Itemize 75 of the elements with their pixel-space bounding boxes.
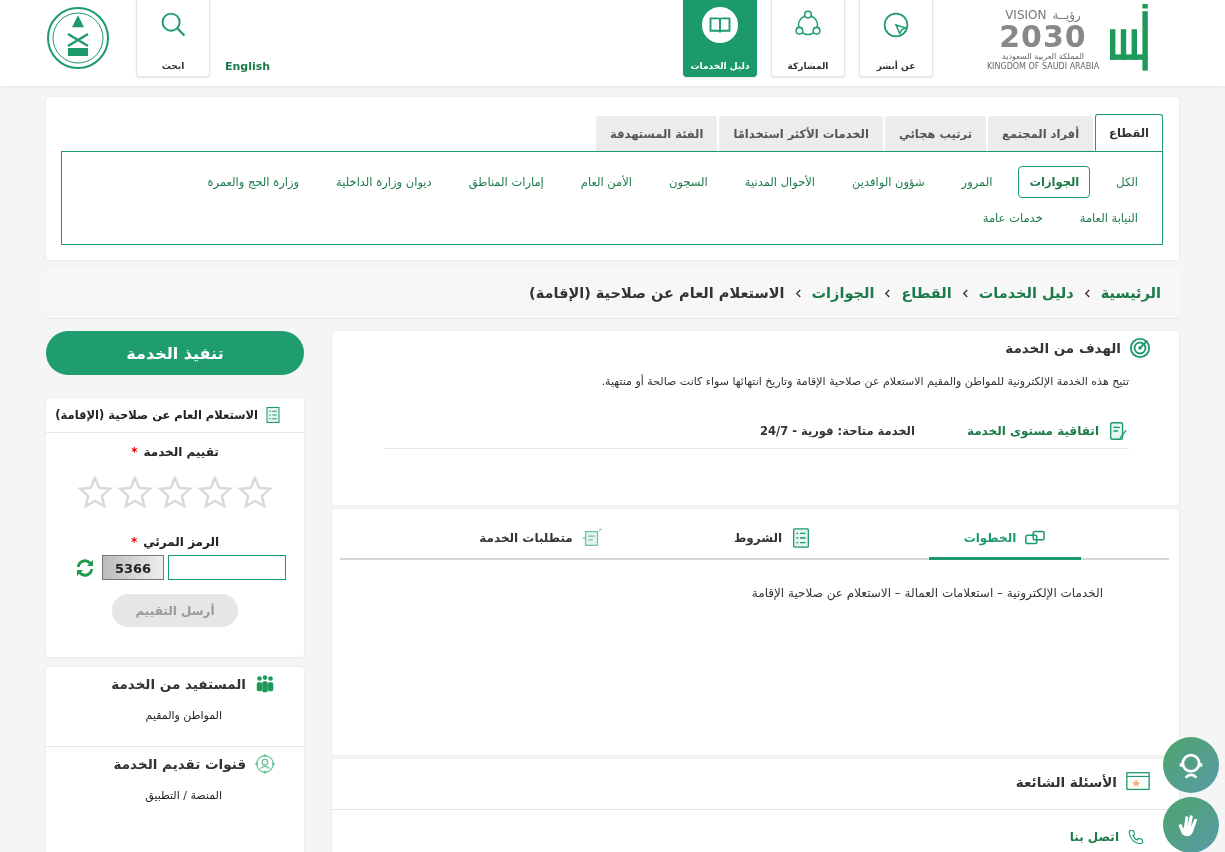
required-mark: * [130,535,138,549]
nav-tile[interactable]: دليل الخدمات [683,0,757,77]
chevron-icon [961,287,969,299]
star-icon[interactable] [157,475,193,511]
availability-text: الخدمة متاحة: فورية - 24/7 [759,424,915,438]
field-label: الرمز المرئي [143,535,220,549]
field-label: تقييم الخدمة [143,445,219,459]
sector-filter[interactable]: الأمن العام [569,166,643,198]
breadcrumb-link[interactable]: دليل الخدمات [978,285,1074,301]
star-rating[interactable] [77,475,273,511]
nav-tile[interactable]: عن أبشر [859,0,933,77]
goal-description: تتيح هذه الخدمة الإلكترونية للمواطن والمقيم الاستعلام عن صلاحية الإقامة وتاريخ انتهائها سواء كانت صالحة أو منتهية. [600,375,1129,388]
star-icon[interactable] [197,475,233,511]
star-icon[interactable] [77,475,113,511]
category-tab[interactable]: أفراد المجتمع [988,116,1094,151]
sector-filter[interactable]: النيابة العامة [1068,202,1149,234]
vision-arabic-text: رؤيــة [1052,8,1081,22]
execute-service-button[interactable]: تنفيذ الخدمة [46,331,304,375]
category-tab[interactable]: القطاع [1095,114,1163,151]
sector-filter[interactable]: إمارات المناطق [457,166,555,198]
section-title: المستفيد من الخدمة [111,676,246,692]
country-name: المملكة العربية السعودية [1001,52,1085,62]
section-title: قنوات تقديم الخدمة [113,756,246,772]
sector-filter[interactable]: الكل [1105,166,1149,198]
vision-year: 2030 [999,22,1087,52]
people-icon [254,673,276,695]
search-tile[interactable]: ابحث [136,0,210,77]
channels-text: المنصة / التطبيق [144,789,222,802]
detail-tab[interactable]: الخطوات [929,519,1081,560]
detail-tab[interactable]: متطلبات الخدمة [465,519,617,560]
support-agent-button[interactable] [1163,737,1219,793]
sector-filter[interactable]: المرور [950,166,1004,198]
vision-text: VISION [1005,8,1047,22]
chevron-icon [884,287,892,299]
breadcrumb-current: الاستعلام العام عن صلاحية (الإقامة) [529,285,785,301]
sla-label: اتفاقية مستوى الخدمة [966,424,1099,438]
document-icon [580,527,603,549]
chevron-icon [1083,287,1091,299]
star-icon[interactable] [237,475,273,511]
phone-icon [1127,828,1145,846]
contact-link[interactable]: اتصل بنا [1069,830,1119,844]
star-icon[interactable] [117,475,153,511]
document-pen-icon [1107,420,1129,442]
breadcrumb-link[interactable]: القطاع [901,285,952,301]
emblem-icon [46,6,110,70]
breadcrumb-link[interactable]: الجوازات [811,285,875,301]
card-title: الاستعلام العام عن صلاحية (الإقامة) [55,408,258,422]
sector-filter[interactable]: خدمات عامة [971,202,1054,234]
country-name: KINGDOM OF SAUDI ARABIA [986,62,1100,72]
person-network-icon [254,753,276,775]
steps-text: الخدمات الإلكترونية – استعلامات العمالة – الاستعلام عن صلاحية الإقامة [750,586,1103,600]
sector-filter[interactable]: وزارة الحج والعمرة [196,166,311,198]
chevron-icon [794,287,802,299]
nav-tile[interactable]: المشاركة [771,0,845,77]
category-tab[interactable]: الفئة المستهدفة [596,116,718,151]
sector-filter[interactable]: الأحوال المدنية [733,166,827,198]
sector-filter[interactable]: شؤون الوافدين [841,166,936,198]
captcha-input[interactable] [168,555,286,580]
book-icon [701,6,739,44]
sector-filter[interactable]: الجوازات [1018,166,1091,198]
section-title: الهدف من الخدمة [1005,340,1121,356]
sign-language-button[interactable] [1163,797,1219,852]
sector-filter[interactable]: ديوان وزارة الداخلية [325,166,443,198]
sector-filter[interactable]: السجون [658,166,719,198]
captcha-image: 5366 [102,555,164,580]
section-title: الأسئلة الشائعة [1015,774,1117,790]
detail-tab[interactable]: الشروط [697,519,849,560]
language-link[interactable]: English [225,60,271,73]
category-tab[interactable]: ترتيب هجائي [884,116,987,151]
checklist-icon [264,406,282,424]
category-tab[interactable]: الخدمات الأكثر استخدامًا [719,116,883,151]
required-mark: * [131,445,138,459]
target-icon [1129,337,1151,359]
breadcrumb-link[interactable]: الرئيسية [1100,285,1161,301]
beneficiary-text: المواطن والمقيم [144,709,222,722]
